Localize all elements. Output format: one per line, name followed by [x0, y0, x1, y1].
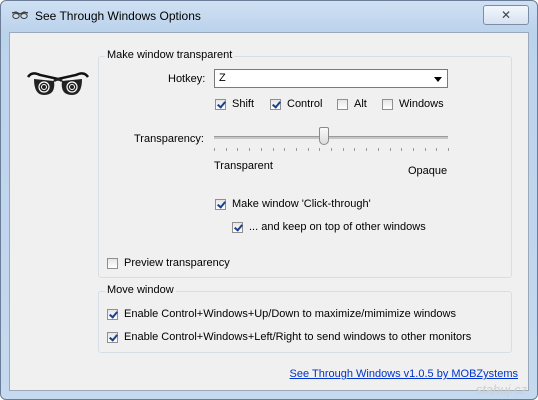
control-check-box[interactable]	[270, 98, 281, 110]
shift-checkbox[interactable]: Shift	[215, 98, 254, 110]
hotkey-label: Hotkey:	[168, 73, 206, 85]
slider-tick	[424, 148, 426, 151]
3d-glasses-icon	[26, 72, 90, 95]
slider-tick	[401, 148, 403, 151]
slider-thumb[interactable]	[318, 127, 329, 145]
hotkey-select[interactable]: Z	[214, 69, 448, 88]
monitors-check-box[interactable]	[107, 331, 118, 343]
slider-ticks	[214, 148, 449, 151]
windows-label: Windows	[399, 98, 444, 110]
slider-tick	[284, 148, 286, 151]
slider-tick	[225, 148, 227, 151]
slider-tick	[354, 148, 356, 151]
transparency-label: Transparency:	[134, 133, 204, 145]
monitors-label: Enable Control+Windows+Left/Right to sen…	[124, 331, 472, 343]
preview-checkbox[interactable]: Preview transparency	[107, 257, 230, 269]
slider-max-label: Opaque	[408, 165, 448, 177]
preview-label: Preview transparency	[124, 257, 230, 269]
window-title: See Through Windows Options	[35, 9, 201, 23]
slider-tick	[272, 148, 274, 151]
slider-track	[214, 136, 448, 139]
windows-check-box[interactable]	[382, 98, 393, 110]
slider-tick	[295, 148, 297, 151]
click-through-label: Make window 'Click-through'	[232, 198, 371, 210]
close-button[interactable]: ✕	[483, 5, 529, 25]
move-group: Move window	[98, 284, 512, 353]
slider-tick	[214, 148, 215, 151]
transparency-slider[interactable]	[214, 126, 449, 151]
slider-tick	[436, 148, 438, 151]
control-label: Control	[287, 98, 323, 110]
alt-label: Alt	[354, 98, 367, 110]
about-link[interactable]: See Through Windows v1.0.5 by MOBZystems	[290, 368, 518, 380]
alt-checkbox[interactable]: Alt	[337, 98, 367, 110]
slider-tick	[331, 148, 332, 151]
keep-on-top-label: ... and keep on top of other windows	[249, 221, 426, 233]
windows-checkbox[interactable]: Windows	[382, 98, 444, 110]
slider-tick	[389, 148, 391, 151]
title-bar[interactable]: See Through Windows Options ✕	[1, 1, 537, 31]
chevron-down-icon	[434, 77, 442, 82]
keep-on-top-checkbox[interactable]: ... and keep on top of other windows	[232, 221, 426, 233]
maximize-checkbox[interactable]: Enable Control+Windows+Up/Down to maximi…	[107, 308, 456, 320]
transparent-group: Make window transparent	[98, 49, 512, 278]
shift-label: Shift	[232, 98, 255, 110]
slider-tick	[448, 148, 449, 151]
move-group-legend: Move window	[105, 284, 176, 296]
slider-tick	[366, 148, 368, 151]
options-window: See Through Windows Options ✕ Make windo…	[0, 0, 538, 400]
close-icon: ✕	[500, 8, 512, 22]
slider-tick	[237, 148, 239, 151]
monitors-checkbox[interactable]: Enable Control+Windows+Left/Right to sen…	[107, 331, 471, 343]
click-through-check-box[interactable]	[215, 198, 226, 210]
slider-tick	[342, 148, 344, 151]
control-checkbox[interactable]: Control	[270, 98, 322, 110]
slider-tick	[260, 148, 262, 151]
slider-tick	[377, 148, 379, 151]
keep-on-top-check-box[interactable]	[232, 221, 243, 233]
hotkey-value: Z	[219, 72, 226, 84]
slider-tick	[249, 148, 251, 151]
slider-tick	[412, 148, 414, 151]
maximize-label: Enable Control+Windows+Up/Down to maximi…	[124, 308, 456, 320]
slider-min-label: Transparent	[214, 160, 273, 172]
shift-check-box[interactable]	[215, 98, 226, 110]
glasses-icon	[11, 11, 29, 19]
preview-check-box[interactable]	[107, 257, 118, 269]
transparent-group-legend: Make window transparent	[105, 49, 235, 61]
client-area: Make window transparent Hotkey: Z Shift …	[9, 32, 529, 391]
alt-check-box[interactable]	[337, 98, 348, 110]
watermark: stahuj.cz	[475, 382, 527, 397]
maximize-check-box[interactable]	[107, 308, 118, 320]
click-through-checkbox[interactable]: Make window 'Click-through'	[215, 198, 371, 210]
slider-tick	[319, 148, 321, 151]
slider-tick	[307, 148, 309, 151]
